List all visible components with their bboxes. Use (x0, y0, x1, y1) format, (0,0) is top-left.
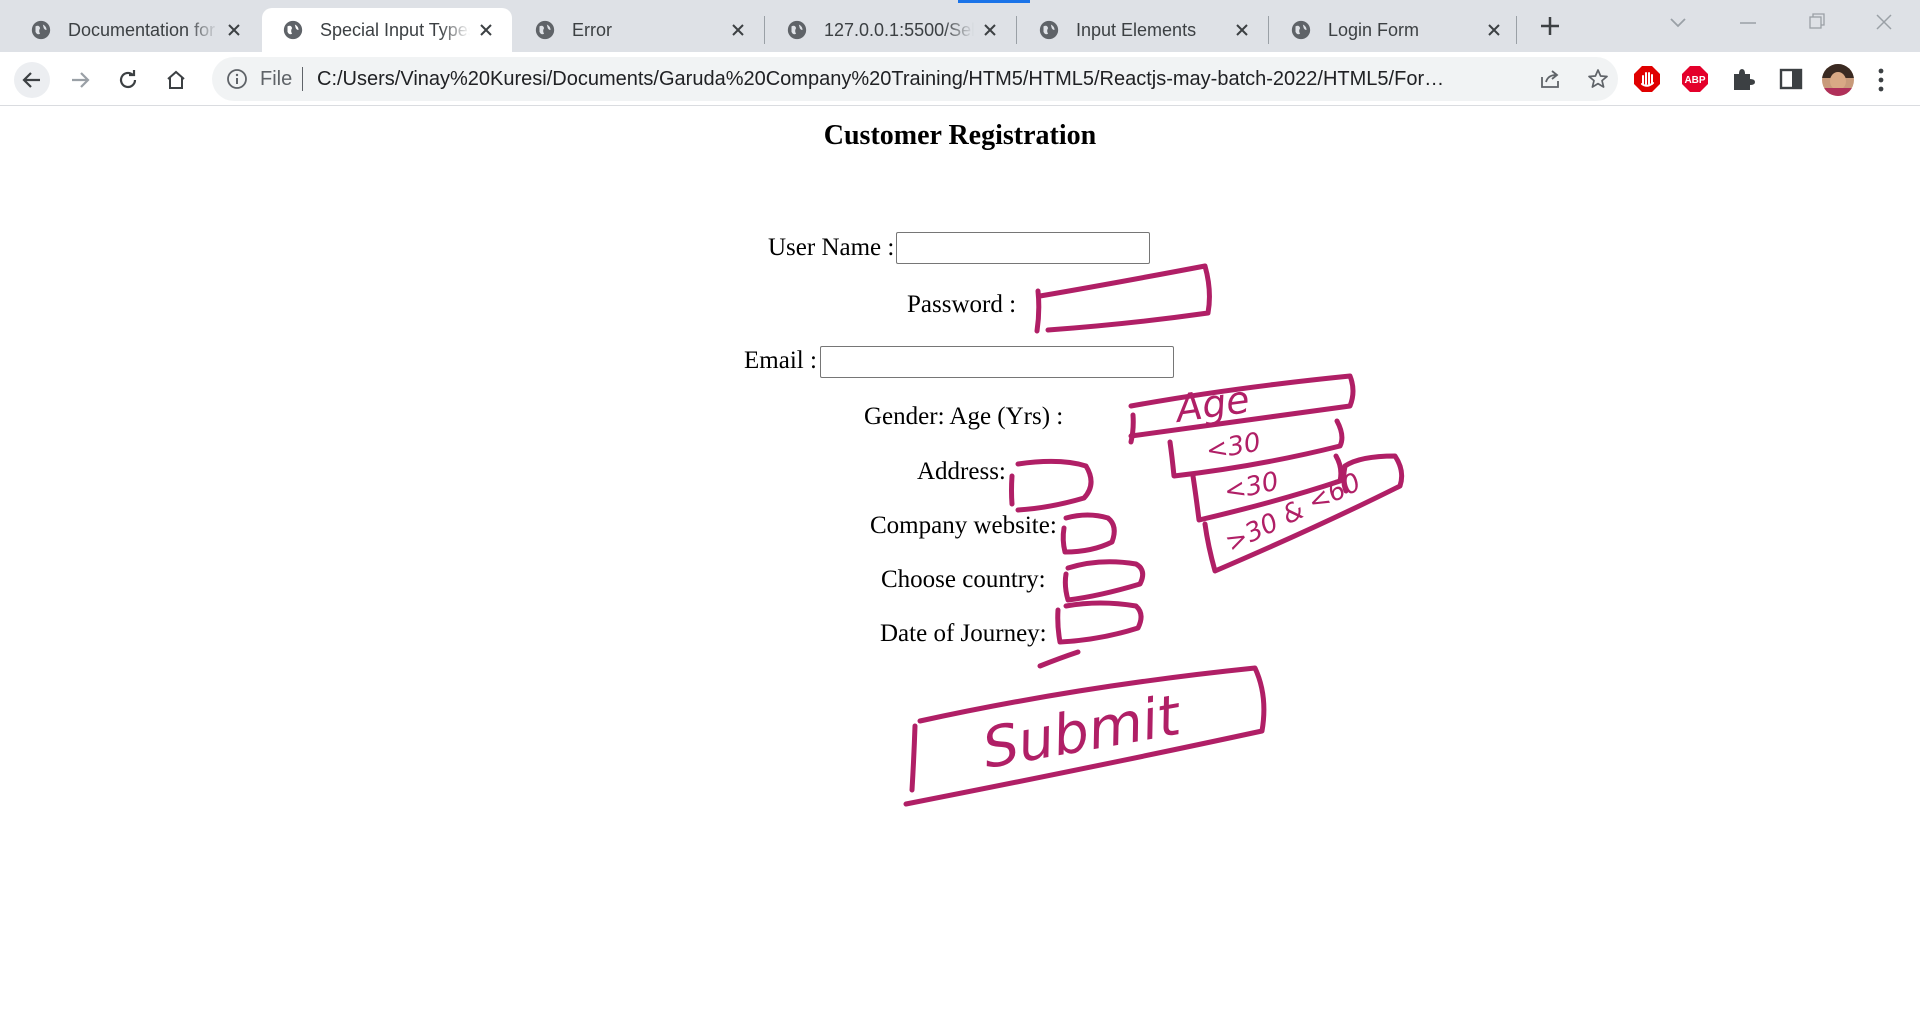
bookmark-star-icon[interactable] (1586, 67, 1610, 91)
new-tab-plus-icon[interactable] (1536, 12, 1564, 40)
close-icon[interactable] (1484, 20, 1504, 40)
page-content: Customer Registration User Name : Passwo… (0, 106, 1920, 1020)
tab-localhost[interactable]: 127.0.0.1:5500/Sele (766, 8, 1016, 52)
tab-documentation[interactable]: Documentation for (10, 8, 260, 52)
date-of-journey-label: Date of Journey: (880, 620, 1047, 647)
tab-separator (1016, 16, 1017, 44)
tab-separator (764, 16, 765, 44)
tab-search-chevron-icon[interactable] (1660, 8, 1696, 38)
more-vert-icon[interactable] (1876, 66, 1886, 94)
globe-icon (787, 20, 807, 40)
email-input[interactable] (820, 346, 1174, 378)
close-icon[interactable] (728, 20, 748, 40)
gender-age-label: Gender: Age (Yrs) : (864, 403, 1064, 430)
close-window-icon[interactable] (1866, 8, 1902, 38)
arrow-right-icon (72, 72, 90, 88)
close-icon[interactable] (980, 20, 1000, 40)
tab-separator (1516, 16, 1517, 44)
ink-journey-box (1037, 600, 1144, 669)
browser-toolbar: File C:/Users/Vinay%20Kuresi/Documents/G… (0, 52, 1920, 106)
ink-age-text: Age (1173, 377, 1253, 431)
address-label: Address: (917, 458, 1006, 485)
close-icon[interactable] (1232, 20, 1252, 40)
tab-title: Error (572, 19, 612, 40)
ink-age-option-1-text: <30 (1203, 427, 1264, 467)
username-input[interactable] (896, 232, 1150, 264)
ink-address-box (1009, 458, 1094, 513)
address-bar[interactable]: File C:/Users/Vinay%20Kuresi/Documents/G… (212, 57, 1618, 101)
reload-button[interactable] (110, 62, 146, 98)
minimize-icon[interactable] (1730, 8, 1766, 38)
password-label: Password : (907, 291, 1017, 318)
adblock-stop-icon[interactable] (1632, 64, 1662, 94)
company-website-label: Company website: (870, 512, 1057, 539)
globe-icon (535, 20, 555, 40)
puzzle-extensions-icon[interactable] (1728, 64, 1758, 94)
tab-separator (1268, 16, 1269, 44)
reload-icon (119, 70, 137, 89)
restore-icon[interactable] (1798, 8, 1834, 38)
profile-avatar[interactable] (1822, 64, 1854, 96)
active-tab-indicator (958, 0, 1030, 3)
page-title: Customer Registration (823, 120, 1097, 151)
tab-input-elements[interactable]: Input Elements (1018, 8, 1268, 52)
tab-special-input-types[interactable]: Special Input Types (262, 8, 512, 52)
forward-button[interactable] (62, 62, 98, 98)
ink-age-option-2-text: <30 (1221, 466, 1282, 508)
email-label: Email : (744, 347, 817, 374)
tab-title: 127.0.0.1:5500/Sele (824, 19, 974, 40)
tab-title: Special Input Types (320, 19, 470, 40)
globe-icon (31, 20, 51, 40)
tab-login-form[interactable]: Login Form (1270, 8, 1520, 52)
choose-country-label: Choose country: (881, 566, 1046, 593)
tab-error[interactable]: Error (514, 8, 764, 52)
username-label: User Name : (768, 234, 895, 261)
share-icon[interactable] (1538, 67, 1562, 91)
close-icon[interactable] (224, 20, 244, 40)
globe-icon (283, 20, 303, 40)
back-button[interactable] (14, 62, 50, 98)
globe-icon (1039, 20, 1059, 40)
home-icon (167, 70, 185, 89)
ink-password-box (1034, 263, 1212, 334)
close-icon[interactable] (476, 20, 496, 40)
info-icon[interactable] (226, 68, 248, 90)
tab-title: Documentation for (68, 19, 216, 40)
url-scheme: File (260, 68, 293, 90)
ink-country-box (1062, 559, 1146, 603)
url-text[interactable]: C:/Users/Vinay%20Kuresi/Documents/Garuda… (317, 68, 1447, 91)
arrow-left-icon (22, 72, 40, 88)
abp-label: ABP (1684, 75, 1705, 86)
side-panel-icon[interactable] (1776, 64, 1806, 94)
ink-website-box (1060, 512, 1117, 555)
tab-title: Input Elements (1076, 19, 1197, 40)
ink-submit-text: Submit (977, 683, 1185, 782)
home-button[interactable] (158, 62, 194, 98)
adblock-plus-icon[interactable]: ABP (1680, 64, 1710, 94)
omnibox-divider (302, 67, 303, 91)
tab-title: Login Form (1328, 19, 1420, 40)
tab-strip: Documentation for Special Input Types Er… (0, 0, 1920, 52)
globe-icon (1291, 20, 1311, 40)
